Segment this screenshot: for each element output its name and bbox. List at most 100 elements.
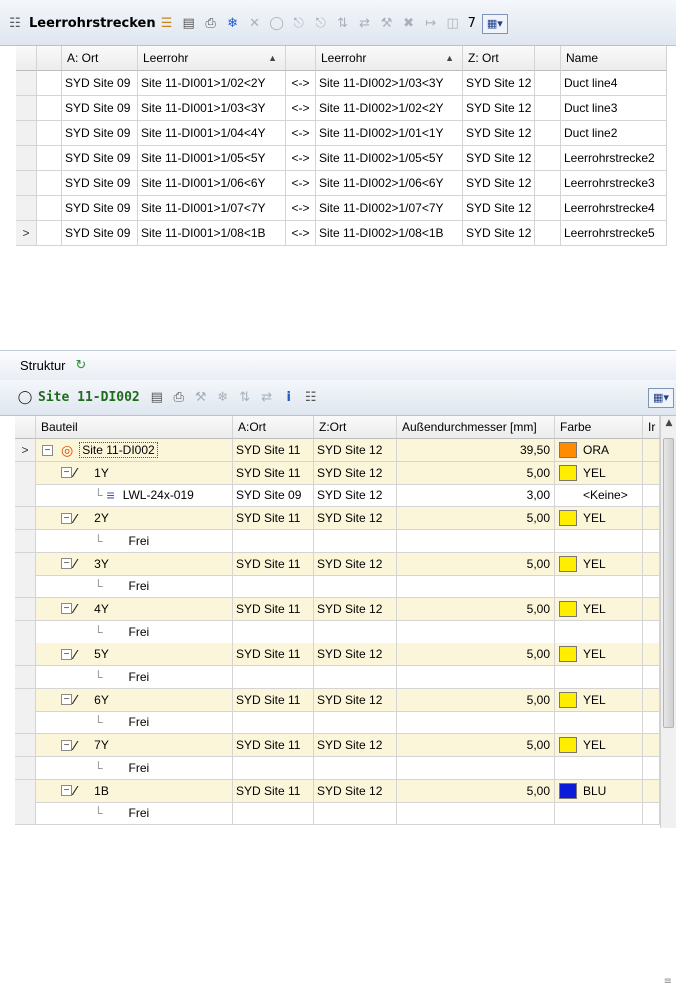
row-selector[interactable]: [15, 484, 36, 508]
table-row[interactable]: SYD Site 09 Site 11-DI001>1/06<6Y <-> Site …: [16, 171, 667, 196]
row-selector[interactable]: [16, 171, 37, 196]
row-selector[interactable]: [15, 461, 36, 485]
snowflake-icon[interactable]: ❄: [222, 14, 244, 34]
measure-icon[interactable]: ▤: [178, 14, 200, 34]
split-icon[interactable]: ⇅: [234, 388, 256, 408]
row-selector[interactable]: [15, 666, 36, 689]
tree-row[interactable]: > − ◎ Site 11-DI002 SYD Site 11 SYD Site 12 39…: [15, 439, 660, 462]
properties-icon[interactable]: ☰: [156, 14, 178, 34]
column-header-z-ort[interactable]: Z:Ort: [314, 416, 397, 439]
duct-route-icon[interactable]: ☷: [4, 14, 26, 34]
grid-view-icon[interactable]: ▦▾: [481, 13, 508, 34]
row-selector[interactable]: [15, 597, 36, 621]
connect-icon[interactable]: ⎋: [288, 14, 310, 34]
row-selector[interactable]: [15, 620, 36, 644]
duct-icon[interactable]: ◯: [14, 388, 36, 408]
column-header-separator[interactable]: [286, 46, 316, 71]
disconnect-icon[interactable]: ⎋: [310, 14, 332, 34]
column-header-ir[interactable]: Ir: [643, 416, 660, 439]
column-header-diameter[interactable]: Außendurchmesser [mm]: [397, 416, 555, 439]
tree-row-free[interactable]: └ Frei: [15, 529, 660, 553]
print-icon[interactable]: ⎙: [200, 14, 222, 34]
tree-row[interactable]: − ∕ 7Y SYD Site 11 SYD Site 12 5,00 YEL: [15, 734, 660, 758]
row-selector[interactable]: >: [15, 439, 36, 462]
row-selector[interactable]: [15, 529, 36, 553]
tree-row[interactable]: − ∕ 1B SYD Site 11 SYD Site 12 5,00 BLU: [15, 779, 660, 803]
collapse-icon[interactable]: −: [61, 512, 72, 524]
tree-row[interactable]: └ ≡ LWL-24x-019 SYD Site 09 SYD Site 12 3,00 <…: [15, 484, 660, 508]
table-row[interactable]: SYD Site 09 Site 11-DI001>1/07<7Y <-> Site …: [16, 196, 667, 221]
count-icon[interactable]: ◫: [442, 14, 464, 34]
cell-leerrohr-a: Site 11-DI001>1/03<3Y: [138, 96, 286, 121]
tree-row[interactable]: − ∕ 2Y SYD Site 11 SYD Site 12 5,00 YEL: [15, 507, 660, 531]
tree-row[interactable]: − ∕ 3Y SYD Site 11 SYD Site 12 5,00 YEL: [15, 552, 660, 576]
split-icon[interactable]: ⇅: [332, 14, 354, 34]
vertical-scrollbar[interactable]: ▲ ≡: [660, 416, 676, 987]
tree-row-free[interactable]: └ Frei: [15, 620, 660, 644]
tree-row-free[interactable]: └ Frei: [15, 802, 660, 826]
row-selector[interactable]: [16, 96, 37, 121]
grid-view-icon[interactable]: ▦▾: [648, 387, 674, 408]
collapse-icon[interactable]: −: [61, 603, 72, 615]
row-selector[interactable]: >: [16, 221, 37, 246]
tool-icon[interactable]: ⚒: [190, 388, 212, 408]
column-header-farbe[interactable]: Farbe: [555, 416, 643, 439]
snowflake-icon[interactable]: ❄: [212, 388, 234, 408]
column-header-leerrohr-a[interactable]: Leerrohr ▲: [138, 46, 286, 71]
collapse-icon[interactable]: −: [61, 648, 72, 660]
row-selector[interactable]: [15, 688, 36, 712]
column-header-a-ort[interactable]: A:Ort: [233, 416, 314, 439]
tree-row-free[interactable]: └ Frei: [15, 711, 660, 735]
scroll-up-icon[interactable]: ▲: [661, 418, 676, 428]
row-selector[interactable]: [15, 756, 36, 780]
row-selector[interactable]: [15, 507, 36, 531]
tree-row[interactable]: − ∕ 1Y SYD Site 11 SYD Site 12 5,00 YEL: [15, 461, 660, 485]
column-header-bauteil[interactable]: Bauteil: [36, 416, 233, 439]
measure-icon[interactable]: ▤: [146, 388, 168, 408]
duct-route-icon[interactable]: ☷: [300, 388, 322, 408]
row-selector[interactable]: [15, 643, 36, 667]
tree-row-free[interactable]: └ Frei: [15, 666, 660, 689]
table-row[interactable]: > SYD Site 09 Site 11-DI001>1/08<1B <-> Site…: [16, 221, 667, 246]
tree-row-free[interactable]: └ Frei: [15, 756, 660, 780]
refresh-icon[interactable]: ↻: [76, 358, 87, 373]
collapse-icon[interactable]: −: [61, 558, 72, 569]
row-selector[interactable]: [16, 196, 37, 221]
row-selector[interactable]: [16, 71, 37, 96]
tree-row[interactable]: − ∕ 6Y SYD Site 11 SYD Site 12 5,00 YEL: [15, 688, 660, 712]
collapse-icon[interactable]: −: [42, 444, 53, 456]
row-selector[interactable]: [15, 779, 36, 803]
collapse-icon[interactable]: −: [61, 739, 72, 751]
table-row[interactable]: SYD Site 09 Site 11-DI001>1/04<4Y <-> Site …: [16, 121, 667, 146]
print-icon[interactable]: ⎙: [168, 388, 190, 408]
collapse-icon[interactable]: −: [61, 785, 72, 796]
duct-icon[interactable]: ◯: [266, 14, 288, 34]
row-selector[interactable]: [15, 802, 36, 826]
column-header-z-ort[interactable]: Z: Ort: [463, 46, 535, 71]
row-selector[interactable]: [15, 552, 36, 576]
join-icon[interactable]: ⇄: [256, 388, 278, 408]
tool-icon[interactable]: ⚒: [376, 14, 398, 34]
column-header-leerrohr-z[interactable]: Leerrohr ▲: [316, 46, 463, 71]
tree-row[interactable]: − ∕ 4Y SYD Site 11 SYD Site 12 5,00 YEL: [15, 597, 660, 621]
arrow-route-icon[interactable]: ↦: [420, 14, 442, 34]
table-row[interactable]: SYD Site 09 Site 11-DI001>1/02<2Y <-> Site …: [16, 71, 667, 96]
collapse-icon[interactable]: −: [61, 694, 72, 706]
collapse-icon[interactable]: −: [61, 467, 72, 479]
column-header-a-ort[interactable]: A: Ort: [62, 46, 138, 71]
row-selector[interactable]: [15, 711, 36, 735]
table-row[interactable]: SYD Site 09 Site 11-DI001>1/03<3Y <-> Site …: [16, 96, 667, 121]
row-selector[interactable]: [16, 121, 37, 146]
row-selector[interactable]: [15, 575, 36, 599]
delete-icon[interactable]: ✕: [244, 14, 266, 34]
row-selector[interactable]: [15, 734, 36, 758]
cut-icon[interactable]: ✖: [398, 14, 420, 34]
tree-row-free[interactable]: └ Frei: [15, 575, 660, 599]
scrollbar-thumb[interactable]: [663, 438, 674, 728]
table-row[interactable]: SYD Site 09 Site 11-DI001>1/05<5Y <-> Site …: [16, 146, 667, 171]
info-icon[interactable]: i: [278, 388, 300, 408]
tree-row[interactable]: − ∕ 5Y SYD Site 11 SYD Site 12 5,00 YEL: [15, 643, 660, 667]
row-selector[interactable]: [16, 146, 37, 171]
column-header-name[interactable]: Name: [561, 46, 667, 71]
join-icon[interactable]: ⇄: [354, 14, 376, 34]
